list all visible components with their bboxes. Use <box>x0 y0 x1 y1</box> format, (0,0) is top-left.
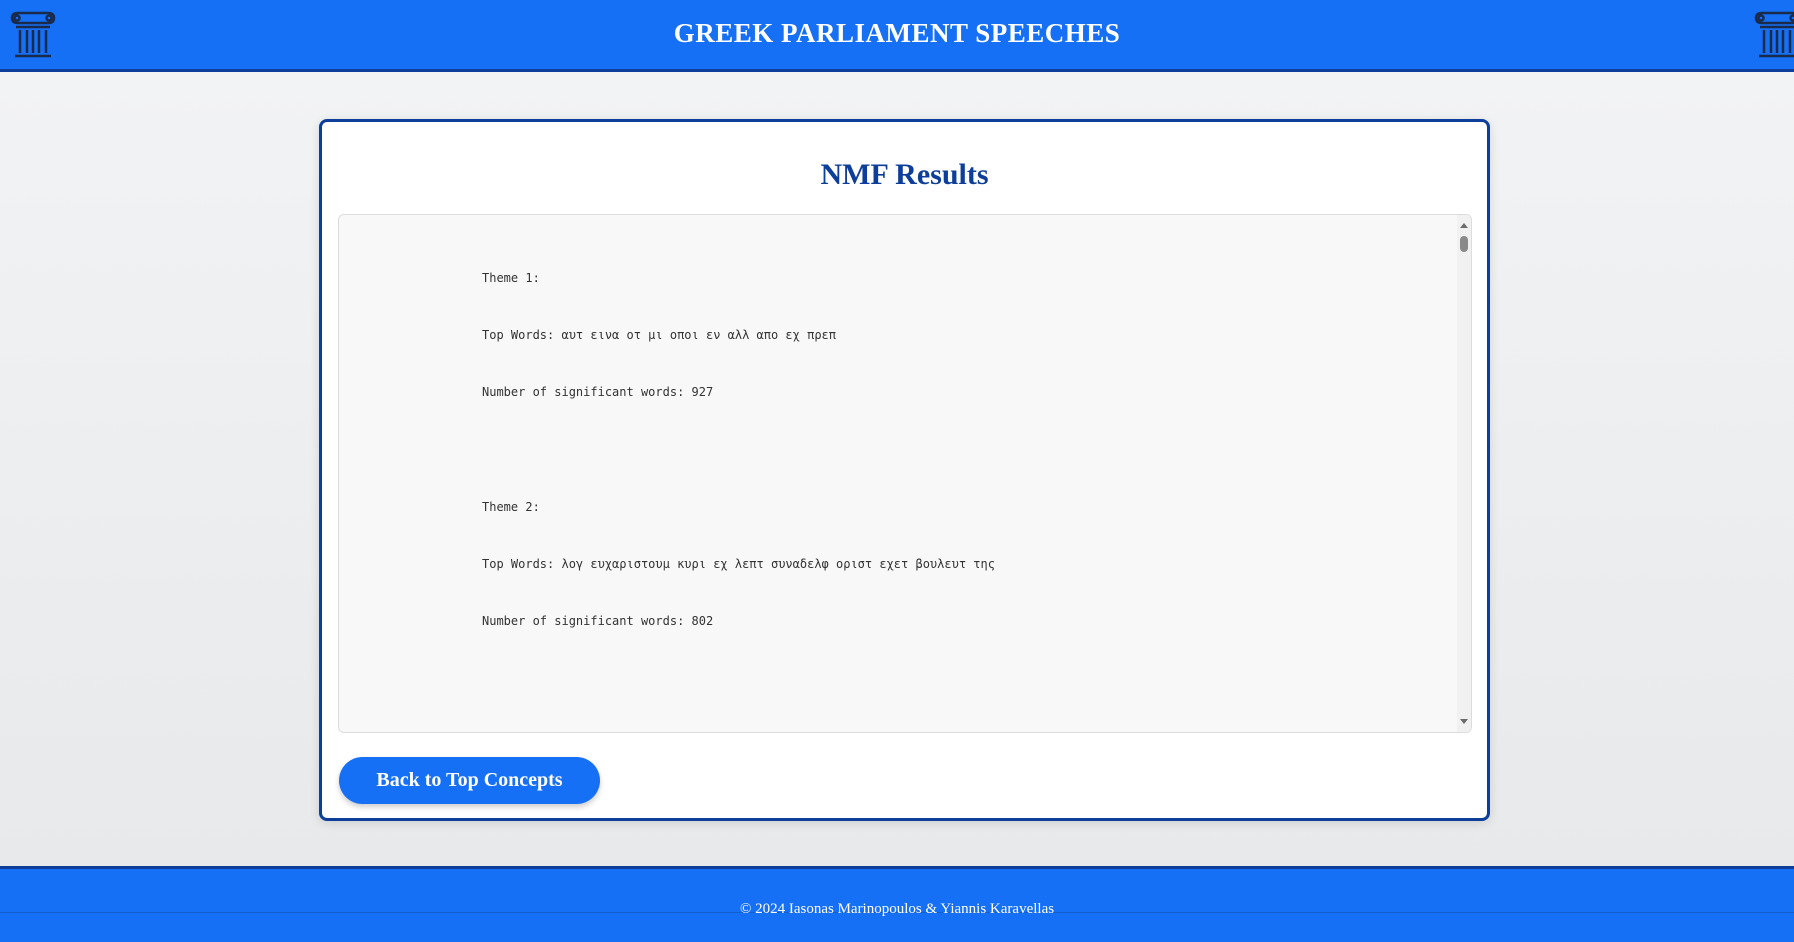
greek-pillar-icon <box>1754 11 1794 58</box>
vertical-scrollbar[interactable] <box>1457 215 1471 732</box>
results-card: NMF Results Theme 1: Top Words: αυτ εινα… <box>319 119 1490 821</box>
back-to-top-concepts-button[interactable]: Back to Top Concepts <box>339 757 600 804</box>
page-title: NMF Results <box>820 158 989 191</box>
site-footer: © 2024 Iasonas Marinopoulos & Yiannis Ka… <box>0 866 1794 942</box>
footer-copyright: © 2024 Iasonas Marinopoulos & Yiannis Ka… <box>739 901 1055 917</box>
site-header: GREEK PARLIAMENT SPEECHES <box>0 0 1794 72</box>
theme-top-words: Top Words: λογ ευχαριστουμ κυρι εχ λεπτ … <box>482 557 995 571</box>
results-scroll-box[interactable]: Theme 1: Top Words: αυτ εινα οτ μι οποι … <box>338 214 1472 733</box>
site-title: GREEK PARLIAMENT SPEECHES <box>673 18 1121 48</box>
theme-significant-count: Number of significant words: 927 <box>482 385 714 399</box>
results-text: Theme 1: Top Words: αυτ εινα οτ μι οποι … <box>339 215 1457 732</box>
scroll-up-arrow-icon[interactable] <box>1460 223 1468 228</box>
theme-heading: Theme 2: <box>482 500 540 514</box>
theme-significant-count: Number of significant words: 802 <box>482 614 714 628</box>
theme-heading: Theme 1: <box>482 271 540 285</box>
scroll-thumb[interactable] <box>1460 236 1468 252</box>
scroll-down-arrow-icon[interactable] <box>1460 719 1468 724</box>
theme-top-words: Top Words: αυτ εινα οτ μι οποι εν αλλ απ… <box>482 328 837 342</box>
